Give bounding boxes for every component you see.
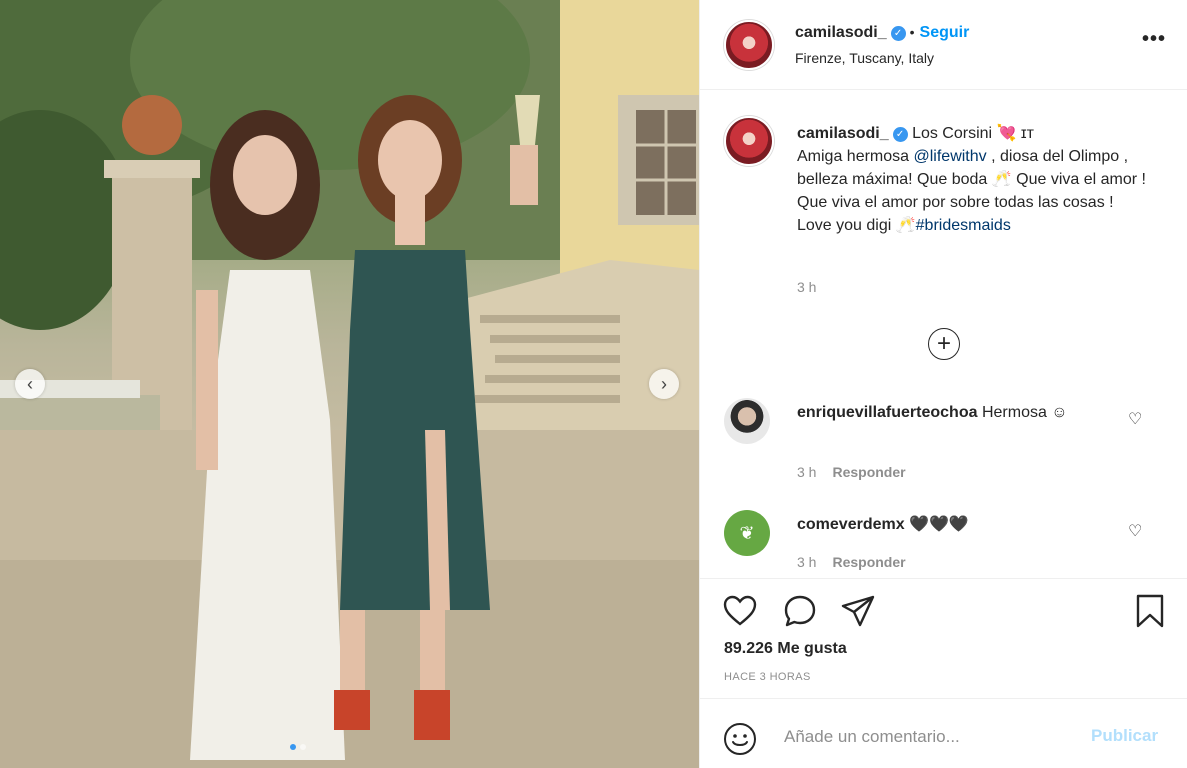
carousel-next-button[interactable]: › (649, 369, 679, 399)
post-side-panel: camilasodi_ ✓ • Seguir Firenze, Tuscany, It… (699, 0, 1187, 768)
separator-dot: • (909, 24, 915, 40)
follow-button[interactable]: Seguir (920, 24, 970, 41)
caption-text-part: Amiga hermosa (797, 148, 914, 165)
caption-timestamp[interactable]: 3 h (797, 279, 816, 295)
avatar[interactable]: ❦ (724, 510, 770, 556)
post-header: camilasodi_ ✓ • Seguir Firenze, Tuscany, It… (700, 0, 1187, 90)
comment-username[interactable]: comeverdemx (797, 516, 905, 533)
comment-meta: 3 h Responder (797, 464, 906, 480)
comment-time[interactable]: 3 h (797, 554, 816, 570)
header-user: camilasodi_ ✓ • Seguir (795, 24, 969, 42)
photo-illustration (0, 0, 699, 768)
caption-text-part: Los Corsini 💘 ɪᴛ (912, 125, 1034, 142)
comment-bubble-icon[interactable] (782, 593, 818, 629)
load-more-comments-button[interactable]: + (928, 328, 960, 360)
share-paper-plane-icon[interactable] (840, 593, 876, 629)
comment-body: 🖤🖤🖤 (909, 516, 969, 533)
like-comment-heart-icon[interactable]: ♡ (1128, 409, 1142, 429)
like-comment-heart-icon[interactable]: ♡ (1128, 521, 1142, 541)
comment-username[interactable]: enriquevillafuerteochoa (797, 404, 978, 421)
publish-button[interactable]: Publicar (1091, 726, 1158, 746)
post-photo[interactable]: ‹ › (0, 0, 699, 768)
likes-count[interactable]: 89.226 Me gusta (724, 640, 847, 658)
reply-button[interactable]: Responder (832, 554, 905, 570)
hashtag-link[interactable]: #bridesmaids (916, 217, 1011, 234)
add-comment-bar: Publicar (700, 698, 1187, 768)
caption-username[interactable]: camilasodi_ (797, 125, 889, 142)
avatar[interactable] (724, 20, 774, 70)
comment-body: Hermosa ☺ (981, 404, 1068, 421)
comment-time[interactable]: 3 h (797, 464, 816, 480)
caption-text: camilasodi_ ✓ Los Corsini 💘 ɪᴛ Amiga herm… (797, 122, 1147, 237)
location-link[interactable]: Firenze, Tuscany, Italy (795, 50, 934, 66)
comment-meta: 3 h Responder (797, 554, 906, 570)
verified-badge-icon: ✓ (892, 127, 908, 142)
carousel-dot (290, 744, 296, 750)
username-link[interactable]: camilasodi_ (795, 24, 887, 41)
carousel-dot (300, 744, 306, 750)
avatar[interactable] (724, 398, 770, 444)
reply-button[interactable]: Responder (832, 464, 905, 480)
carousel-dots (290, 744, 306, 750)
carousel-prev-button[interactable]: ‹ (15, 369, 45, 399)
comment-input[interactable] (782, 721, 1076, 753)
like-heart-icon[interactable] (722, 593, 758, 629)
comment-text: comeverdemx 🖤🖤🖤 (797, 513, 1117, 536)
avatar[interactable] (724, 116, 774, 166)
post-actions: 89.226 Me gusta HACE 3 HORAS (700, 578, 1187, 698)
post-timestamp[interactable]: HACE 3 HORAS (724, 671, 811, 683)
emoji-icon[interactable] (722, 721, 758, 757)
plus-circle-icon: + (936, 330, 951, 357)
chevron-right-icon: › (661, 373, 667, 394)
mention-link[interactable]: @lifewithv (914, 148, 987, 165)
chevron-left-icon: ‹ (27, 373, 33, 394)
comment-text: enriquevillafuerteochoa Hermosa ☺ (797, 401, 1117, 424)
more-options-icon[interactable]: ••• (1142, 28, 1166, 51)
verified-badge-icon: ✓ (890, 26, 906, 41)
save-bookmark-icon[interactable] (1132, 593, 1168, 629)
